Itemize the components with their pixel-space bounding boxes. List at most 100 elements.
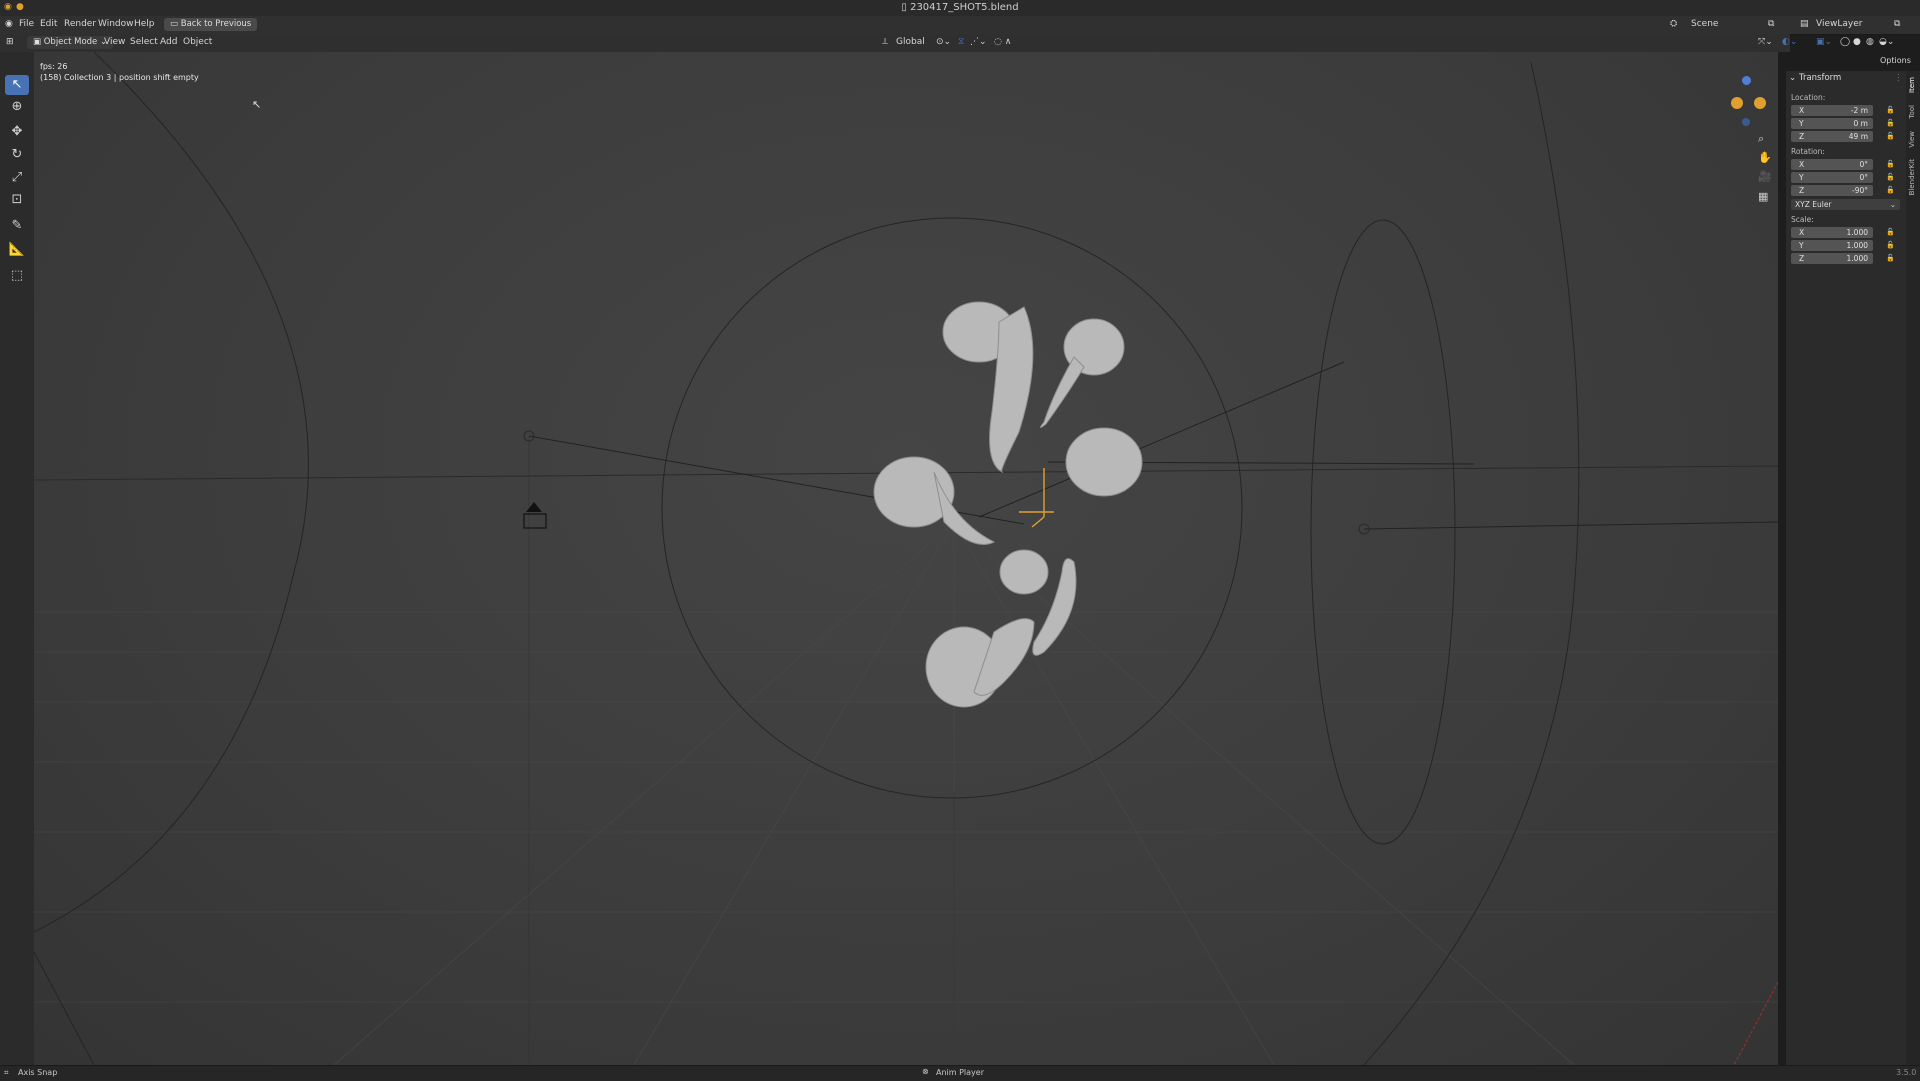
tab-tool[interactable]: Tool <box>1908 105 1916 119</box>
lock-icon[interactable]: 🔓 <box>1886 173 1895 181</box>
shading-material-icon[interactable]: ◍ <box>1866 37 1874 47</box>
pivot-icon[interactable]: ⊙⌄ <box>936 37 951 47</box>
location-y-field[interactable]: Y0 m <box>1791 118 1873 129</box>
rotation-mode-dropdown[interactable]: XYZ Euler ⌄ <box>1791 199 1900 210</box>
object-mode-icon: ▣ <box>33 37 44 47</box>
anim-player-job[interactable]: Anim Player <box>936 1068 984 1077</box>
lock-icon[interactable]: 🔓 <box>1886 186 1895 194</box>
shading-wireframe-icon[interactable]: ◯ <box>1840 37 1850 47</box>
grid-view-icon[interactable]: ▦ <box>1758 190 1768 203</box>
menu-edit[interactable]: Edit <box>40 19 57 29</box>
3d-viewport[interactable]: fps: 26 (158) Collection 3 | position sh… <box>34 52 1778 1065</box>
lock-icon[interactable]: 🔓 <box>1886 119 1895 127</box>
tab-item[interactable]: Item <box>1908 77 1916 93</box>
scale-x-field[interactable]: X 1.000 <box>1791 227 1873 238</box>
lock-icon[interactable]: 🔓 <box>1886 241 1895 249</box>
tab-view[interactable]: View <box>1908 131 1916 148</box>
viewlayer-icon[interactable]: ▤ <box>1800 19 1809 29</box>
editor-type-icon[interactable]: ⊞ <box>6 37 14 47</box>
line-empty-top <box>978 361 1345 518</box>
mode-dropdown[interactable]: ▣ Object Mode ⌄ <box>27 36 114 49</box>
scale-label: Scale: <box>1791 215 1814 224</box>
mouse-cursor-icon: ↖ <box>252 98 262 111</box>
camera-view-icon[interactable]: 🎥 <box>1758 170 1772 183</box>
new-viewlayer-icon[interactable]: ⧉ <box>1894 19 1900 29</box>
zoom-icon[interactable]: ⌕ <box>1758 132 1764 146</box>
pan-hand-icon[interactable]: ✋ <box>1758 151 1772 164</box>
tool-shelf: ↖ ⊕ ✥ ↻ ⤢ ⊡ ✎ 📐 ⬚ <box>0 52 34 1065</box>
rotation-x-field[interactable]: X 0° <box>1791 159 1873 170</box>
gizmo-x-axis[interactable] <box>1731 97 1743 109</box>
x-axis-line <box>1733 981 1778 1065</box>
lock-icon[interactable]: 🔓 <box>1886 228 1895 236</box>
file-icon: ▯ <box>901 2 911 13</box>
scene-icon[interactable]: ⛭ <box>1670 19 1677 29</box>
gizmo-neg-z-axis[interactable] <box>1742 118 1750 126</box>
menu-file[interactable]: File <box>19 19 34 29</box>
orientation-dropdown[interactable]: Global <box>896 37 925 47</box>
scene-name[interactable]: Scene <box>1691 19 1718 29</box>
camera-object[interactable] <box>523 502 547 529</box>
window-title: ▯ 230417_SHOT5.blend <box>901 2 1019 13</box>
orientation-icon[interactable]: ⟂ <box>882 37 888 47</box>
menu-view[interactable]: View <box>104 37 125 47</box>
viewport-header: ⊞ ▣ Object Mode ⌄ View Select Add Object… <box>0 34 1911 65</box>
left-arc <box>34 52 309 933</box>
move-tool-icon[interactable]: ✥ <box>5 122 29 142</box>
snap-icon[interactable]: ⧖ <box>958 37 964 47</box>
menu-render[interactable]: Render <box>64 19 96 29</box>
xray-icon[interactable]: ▣⌄ <box>1816 37 1832 47</box>
fps-readout: fps: 26 <box>40 62 68 71</box>
annotate-tool-icon[interactable]: ✎ <box>5 216 29 236</box>
overlay-toggle-icon[interactable]: ◐⌄ <box>1782 37 1797 47</box>
new-scene-icon[interactable]: ⧉ <box>1768 19 1774 29</box>
gizmo-z-axis[interactable] <box>1742 76 1751 85</box>
menu-add[interactable]: Add <box>160 37 177 47</box>
screen-icon: ▭ <box>170 19 181 29</box>
location-x-field[interactable]: X -2 m <box>1791 105 1873 116</box>
scale-tool-icon[interactable]: ⤢ <box>5 168 29 188</box>
sidebar-item-panel: ⌄ Transform ⋮⋮ Location: X -2 m 🔓 Y0 m 🔓 … <box>1786 71 1911 1066</box>
top-menu-bar: ◉ File Edit Render Window Help ▭ Back to… <box>0 16 1920 35</box>
chevron-down-icon: ⌄ <box>1889 200 1896 209</box>
back-to-previous-button[interactable]: ▭ Back to Previous <box>164 18 258 31</box>
options-dropdown[interactable]: Options <box>1880 56 1911 65</box>
shading-rendered-icon[interactable]: ◒⌄ <box>1879 37 1894 47</box>
menu-help[interactable]: Help <box>134 19 155 29</box>
lock-icon[interactable]: 🔓 <box>1886 254 1895 262</box>
lock-icon[interactable]: 🔓 <box>1886 132 1895 140</box>
rotation-label: Rotation: <box>1791 147 1825 156</box>
object-info-text: (158) Collection 3 | position shift empt… <box>40 73 199 82</box>
transform-header[interactable]: ⌄ Transform ⋮⋮ <box>1786 71 1911 84</box>
menu-select[interactable]: Select <box>130 37 158 47</box>
shading-solid-icon[interactable]: ● <box>1853 37 1861 47</box>
right-ellipse <box>1310 219 1456 845</box>
rotation-y-field[interactable]: Y 0° <box>1791 172 1873 183</box>
blender-menu-icon[interactable]: ◉ <box>5 19 13 29</box>
proportional-edit-icon[interactable]: ◌ ∧ <box>994 37 1011 47</box>
line-empty-far <box>1363 521 1778 530</box>
snap-options-icon[interactable]: ⋰⌄ <box>970 37 987 47</box>
select-box-tool-icon[interactable]: ↖ <box>5 75 29 95</box>
add-cube-tool-icon[interactable]: ⬚ <box>5 266 29 286</box>
scale-y-field[interactable]: Y 1.000 <box>1791 240 1873 251</box>
sidebar-tabs: Item Tool View BlenderKit <box>1906 71 1920 1066</box>
measure-tool-icon[interactable]: 📐 <box>5 240 29 260</box>
title-bar: ◉ ● ▯ 230417_SHOT5.blend <box>0 0 1920 17</box>
gizmo-toggle-icon[interactable]: ⤧⌄ <box>1758 37 1773 47</box>
transform-tool-icon[interactable]: ⊡ <box>5 190 29 210</box>
menu-window[interactable]: Window <box>98 19 134 29</box>
lock-icon[interactable]: 🔓 <box>1886 160 1895 168</box>
lock-icon[interactable]: 🔓 <box>1886 106 1895 114</box>
cursor-tool-icon[interactable]: ⊕ <box>5 97 29 117</box>
rotation-z-field[interactable]: Z -90° <box>1791 185 1873 196</box>
location-z-field[interactable]: Z 49 m <box>1791 131 1873 142</box>
status-bar: ⌗ Axis Snap ⊗ Anim Player 3.5.0 <box>0 1065 1920 1081</box>
scale-z-field[interactable]: Z 1.000 <box>1791 253 1873 264</box>
gizmo-y-axis[interactable] <box>1754 97 1766 109</box>
right-arc <box>1363 61 1580 1065</box>
menu-object[interactable]: Object <box>183 37 212 47</box>
viewlayer-name[interactable]: ViewLayer <box>1816 19 1862 29</box>
tab-blenderkit[interactable]: BlenderKit <box>1908 159 1916 195</box>
rotate-tool-icon[interactable]: ↻ <box>5 145 29 165</box>
